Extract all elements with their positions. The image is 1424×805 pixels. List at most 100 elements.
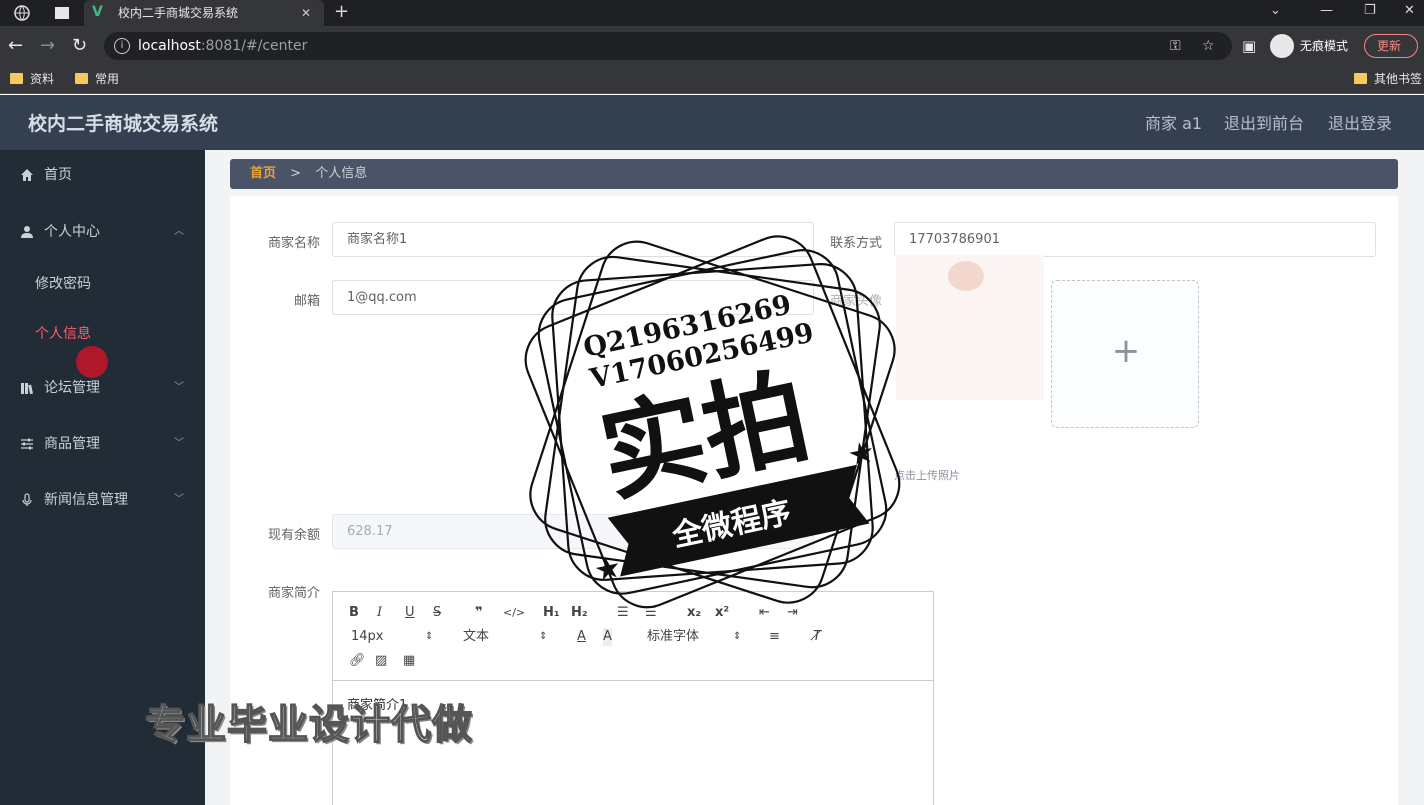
chevron-down-icon: ﹀ xyxy=(174,382,184,393)
mic-icon xyxy=(22,493,32,506)
sidepanel-icon[interactable]: ▣ xyxy=(1242,34,1256,58)
plus-icon: + xyxy=(1111,331,1141,371)
bookmark-folder-ziliao[interactable]: 资料 xyxy=(10,66,54,92)
avatar-preview[interactable] xyxy=(896,255,1044,400)
tab-window-icon[interactable] xyxy=(54,5,70,21)
info-icon[interactable]: i xyxy=(114,38,130,54)
back-to-front-link[interactable]: 退出到前台 xyxy=(1224,95,1304,153)
sliders-icon xyxy=(21,438,33,450)
home-icon xyxy=(21,169,33,181)
balance-value: 628.17 xyxy=(347,524,393,539)
browser-tab-bar: 校内二手商城交易系统 V ✕ + ⌄ — ❐ ✕ xyxy=(0,0,1424,26)
select-arrows-icon: ⇕ xyxy=(425,631,434,642)
breadcrumb-separator: > xyxy=(290,166,302,181)
tab-close-icon[interactable]: ✕ xyxy=(298,0,314,26)
tab-title: 校内二手商城交易系统 xyxy=(118,6,239,20)
email-value: 1@qq.com xyxy=(347,290,417,305)
sidebar-item-label: 新闻信息管理 xyxy=(44,492,128,508)
key-icon[interactable]: ⚿ xyxy=(1170,32,1181,60)
incognito-icon xyxy=(1270,34,1294,58)
blockquote-icon[interactable]: ❞ xyxy=(475,604,483,622)
breadcrumb-home[interactable]: 首页 xyxy=(250,166,276,181)
incognito-indicator[interactable]: 无痕模式 xyxy=(1270,34,1348,58)
forum-icon xyxy=(21,383,33,395)
sidebar-item-home[interactable]: 首页 xyxy=(0,155,205,195)
sidebar-item-personal-center[interactable]: 个人中心 ︿ xyxy=(0,212,205,252)
sidebar-subitem-change-password[interactable]: 修改密码 xyxy=(0,264,205,304)
image-icon[interactable]: ▨ xyxy=(375,652,387,670)
chevron-down-icon[interactable]: ⌄ xyxy=(1270,0,1281,22)
url-field[interactable]: i localhost:8081/#/center ⚿ ☆ xyxy=(104,32,1232,60)
balance-label: 现有余额 xyxy=(267,528,320,543)
folder-icon xyxy=(1354,73,1367,84)
contact-value: 17703786901 xyxy=(909,232,1000,247)
font-color-icon[interactable]: A xyxy=(577,628,586,646)
restore-icon[interactable]: ❐ xyxy=(1364,0,1376,22)
incognito-label: 无痕模式 xyxy=(1300,39,1349,53)
merchant-name-label: 商家名称 xyxy=(267,236,320,251)
avatar-uploader[interactable]: + xyxy=(1051,280,1199,428)
bookmark-label: 资料 xyxy=(30,72,55,86)
sidebar-subitem-personal-info[interactable]: 个人信息 xyxy=(0,314,205,354)
forward-icon[interactable]: → xyxy=(40,34,55,58)
back-icon[interactable]: ← xyxy=(8,34,23,58)
other-bookmarks-label: 其他书签 xyxy=(1374,72,1423,86)
browser-tab[interactable]: 校内二手商城交易系统 xyxy=(84,0,324,26)
sidebar-item-news[interactable]: 新闻信息管理 ﹀ xyxy=(0,480,205,520)
new-tab-icon[interactable]: + xyxy=(334,0,349,24)
bookmark-folder-changyong[interactable]: 常用 xyxy=(75,66,119,92)
link-icon[interactable]: 🔗︎ xyxy=(349,652,366,670)
font-family-select[interactable]: 标准字体 ⇕ xyxy=(647,628,741,646)
sidebar-item-label: 论坛管理 xyxy=(44,380,100,396)
overlay-caption: 专业毕业设计代做 xyxy=(144,701,473,749)
folder-icon xyxy=(10,73,23,84)
sidebar-item-goods[interactable]: 商品管理 ﹀ xyxy=(0,424,205,464)
underline-icon[interactable]: U xyxy=(405,604,415,622)
sidebar-item-label: 首页 xyxy=(44,167,72,183)
chevron-up-icon: ︿ xyxy=(174,226,184,237)
clear-format-icon[interactable]: T̸ xyxy=(813,628,821,646)
sidebar-subitem-label: 修改密码 xyxy=(35,276,91,292)
current-user: 商家 a1 xyxy=(1145,114,1203,133)
bold-icon[interactable]: B xyxy=(349,604,359,622)
update-button[interactable]: 更新 xyxy=(1364,34,1418,58)
italic-icon[interactable]: I xyxy=(377,604,382,622)
minimize-icon[interactable]: — xyxy=(1320,0,1333,22)
sidebar-item-forum[interactable]: 论坛管理 ﹀ xyxy=(0,368,205,408)
video-icon[interactable]: ▦ xyxy=(403,652,415,670)
font-size-select[interactable]: 14px ⇕ xyxy=(351,628,433,646)
font-family-value: 标准字体 xyxy=(647,629,700,644)
align-icon[interactable]: ≡ xyxy=(769,628,780,646)
background-color-icon[interactable]: A xyxy=(603,628,612,646)
address-bar: ← → ↻ i localhost:8081/#/center ⚿ ☆ ▣ 无痕… xyxy=(0,26,1424,66)
star-icon: ★ xyxy=(591,549,625,589)
paragraph-value: 文本 xyxy=(463,629,490,644)
bookmarks-bar: 资料 常用 其他书签 xyxy=(0,66,1424,94)
sidebar-item-label: 个人中心 xyxy=(44,224,100,240)
chevron-down-icon: ﹀ xyxy=(174,494,184,505)
close-window-icon[interactable]: ✕ xyxy=(1404,0,1415,22)
strike-icon[interactable]: S xyxy=(433,604,441,622)
bookmark-label: 常用 xyxy=(95,72,120,86)
font-size-value: 14px xyxy=(351,629,384,644)
reload-icon[interactable]: ↻ xyxy=(72,34,87,58)
globe-icon[interactable] xyxy=(14,5,30,21)
chevron-down-icon: ﹀ xyxy=(174,438,184,449)
watermark-stamp: Q2196316269 V17060256499 实拍 全微程序 ★ ★ xyxy=(524,235,901,609)
select-arrows-icon: ⇕ xyxy=(539,631,548,642)
merchant-name-value: 商家名称1 xyxy=(347,232,408,247)
update-label: 更新 xyxy=(1377,39,1402,53)
select-arrows-icon: ⇕ xyxy=(733,631,742,642)
paragraph-select[interactable]: 文本 ⇕ xyxy=(463,628,547,646)
contact-input[interactable]: 17703786901 xyxy=(894,222,1376,257)
email-label: 邮箱 xyxy=(293,294,320,309)
url-path: :8081/#/center xyxy=(200,38,308,54)
logout-link[interactable]: 退出登录 xyxy=(1328,95,1392,153)
sidebar-item-label: 商品管理 xyxy=(44,436,100,452)
sidebar-subitem-label: 个人信息 xyxy=(35,326,91,342)
app-title: 校内二手商城交易系统 xyxy=(28,113,219,135)
breadcrumb: 首页 > 个人信息 xyxy=(230,159,1398,189)
user-icon xyxy=(21,226,33,238)
other-bookmarks[interactable]: 其他书签 xyxy=(1354,66,1422,92)
star-icon[interactable]: ☆ xyxy=(1202,32,1215,60)
